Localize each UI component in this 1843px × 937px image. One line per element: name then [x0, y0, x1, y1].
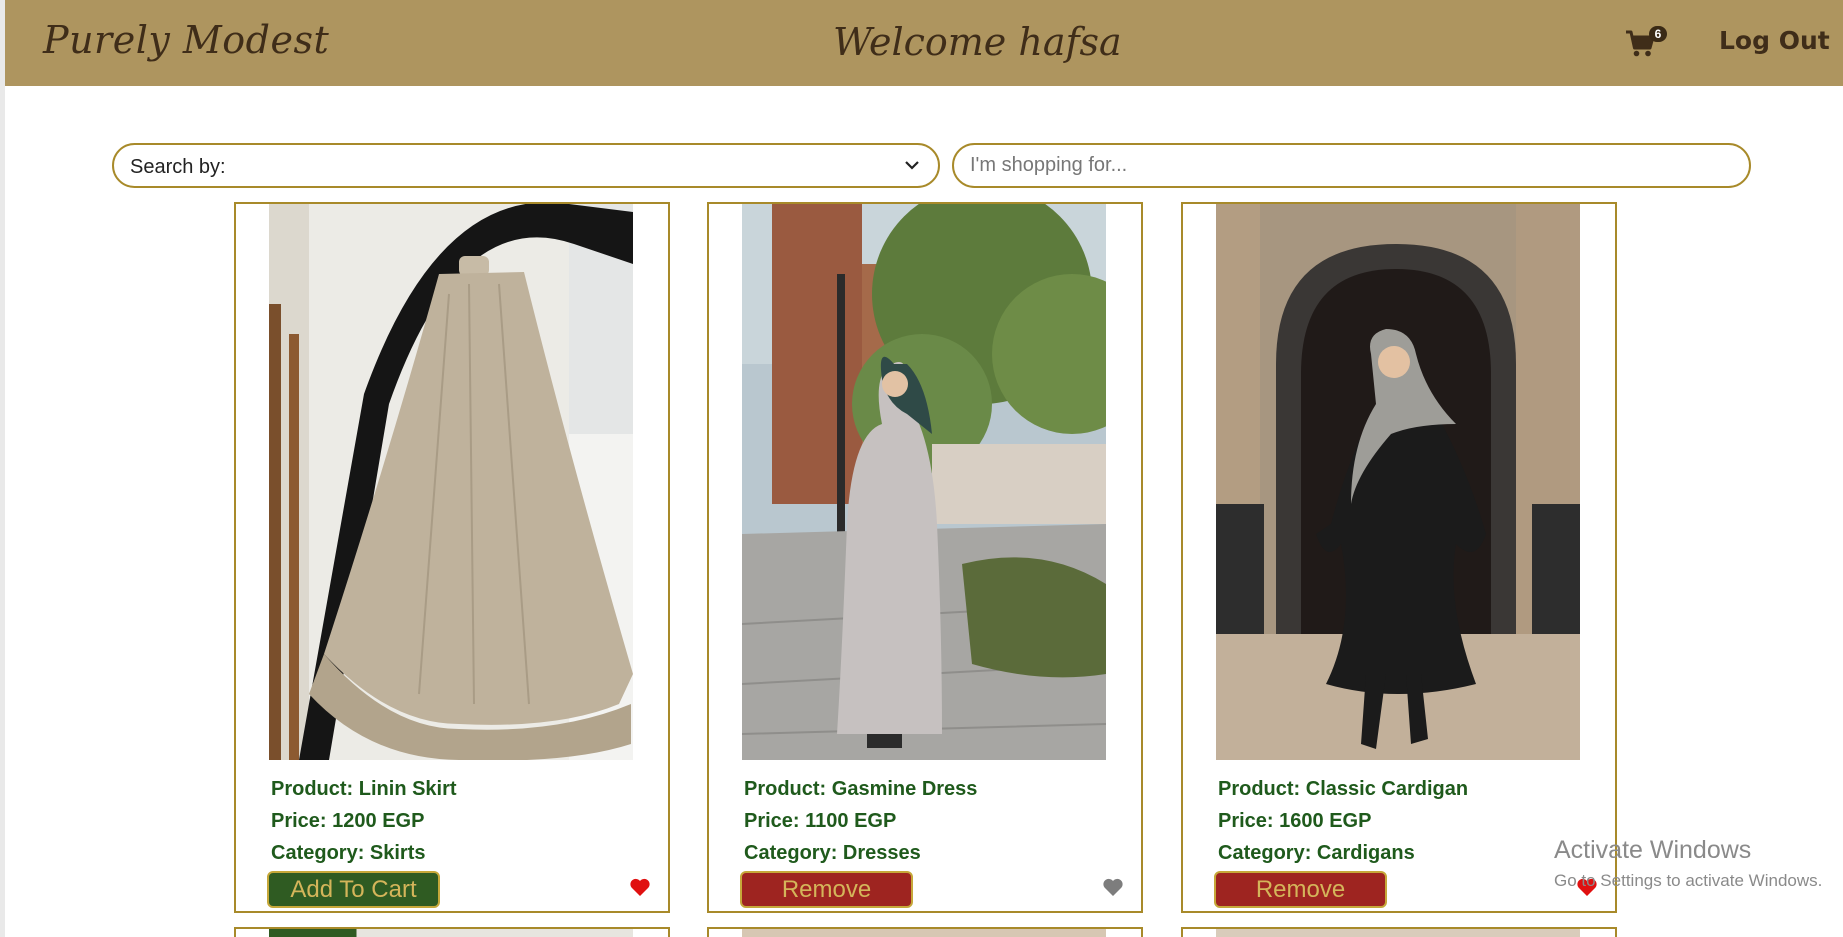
- product-category: Category: Cardigans: [1218, 842, 1415, 864]
- welcome-message: Welcome hafsa: [833, 20, 1122, 64]
- product-name: Product: Classic Cardigan: [1218, 778, 1469, 800]
- search-by-label: Search by:: [130, 156, 226, 178]
- cart-count-badge: 6: [1649, 26, 1667, 42]
- search-input[interactable]: [952, 143, 1751, 188]
- heart-icon[interactable]: [629, 877, 651, 897]
- add-to-cart-button[interactable]: Add To Cart: [267, 871, 440, 908]
- watermark-title: Activate Windows: [1554, 836, 1752, 864]
- product-price: Price: 1600 EGP: [1218, 810, 1372, 832]
- heart-icon[interactable]: [1102, 877, 1124, 897]
- product-name: Product: Gasmine Dress: [744, 778, 978, 800]
- cart-button[interactable]: 6: [1625, 26, 1667, 62]
- product-card: [1181, 927, 1617, 937]
- product-card: Product: Linin Skirt Price: 1200 EGP Cat…: [234, 202, 670, 913]
- product-image[interactable]: [1216, 929, 1580, 937]
- product-name: Product: Linin Skirt: [271, 778, 457, 800]
- product-category: Category: Skirts: [271, 842, 426, 864]
- remove-button[interactable]: Remove: [740, 871, 913, 908]
- product-card: Product: Gasmine Dress Price: 1100 EGP C…: [707, 202, 1143, 913]
- product-category: Category: Dresses: [744, 842, 921, 864]
- product-image[interactable]: [1216, 204, 1580, 760]
- product-price: Price: 1100 EGP: [744, 810, 897, 832]
- product-image[interactable]: [269, 929, 633, 937]
- navbar: Purely Modest Welcome hafsa 6 Log Out: [5, 0, 1843, 86]
- product-image[interactable]: [742, 204, 1106, 760]
- chevron-down-icon: [905, 161, 919, 170]
- product-image[interactable]: [742, 929, 1106, 937]
- watermark-subtitle: Go to Settings to activate Windows.: [1554, 871, 1823, 890]
- remove-button[interactable]: Remove: [1214, 871, 1387, 908]
- brand-logo[interactable]: Purely Modest: [43, 18, 329, 62]
- product-card: Product: Classic Cardigan Price: 1600 EG…: [1181, 202, 1617, 913]
- product-image[interactable]: [269, 204, 633, 760]
- windows-activation-watermark: Activate Windows Go to Settings to activ…: [1554, 836, 1822, 891]
- search-by-select[interactable]: Search by:: [112, 143, 940, 188]
- page: Purely Modest Welcome hafsa 6 Log Out Se…: [0, 0, 1843, 937]
- product-price: Price: 1200 EGP: [271, 810, 425, 832]
- product-card: [234, 927, 670, 937]
- logout-button[interactable]: Log Out: [1719, 26, 1830, 55]
- left-edge: [0, 0, 5, 937]
- product-card: [707, 927, 1143, 937]
